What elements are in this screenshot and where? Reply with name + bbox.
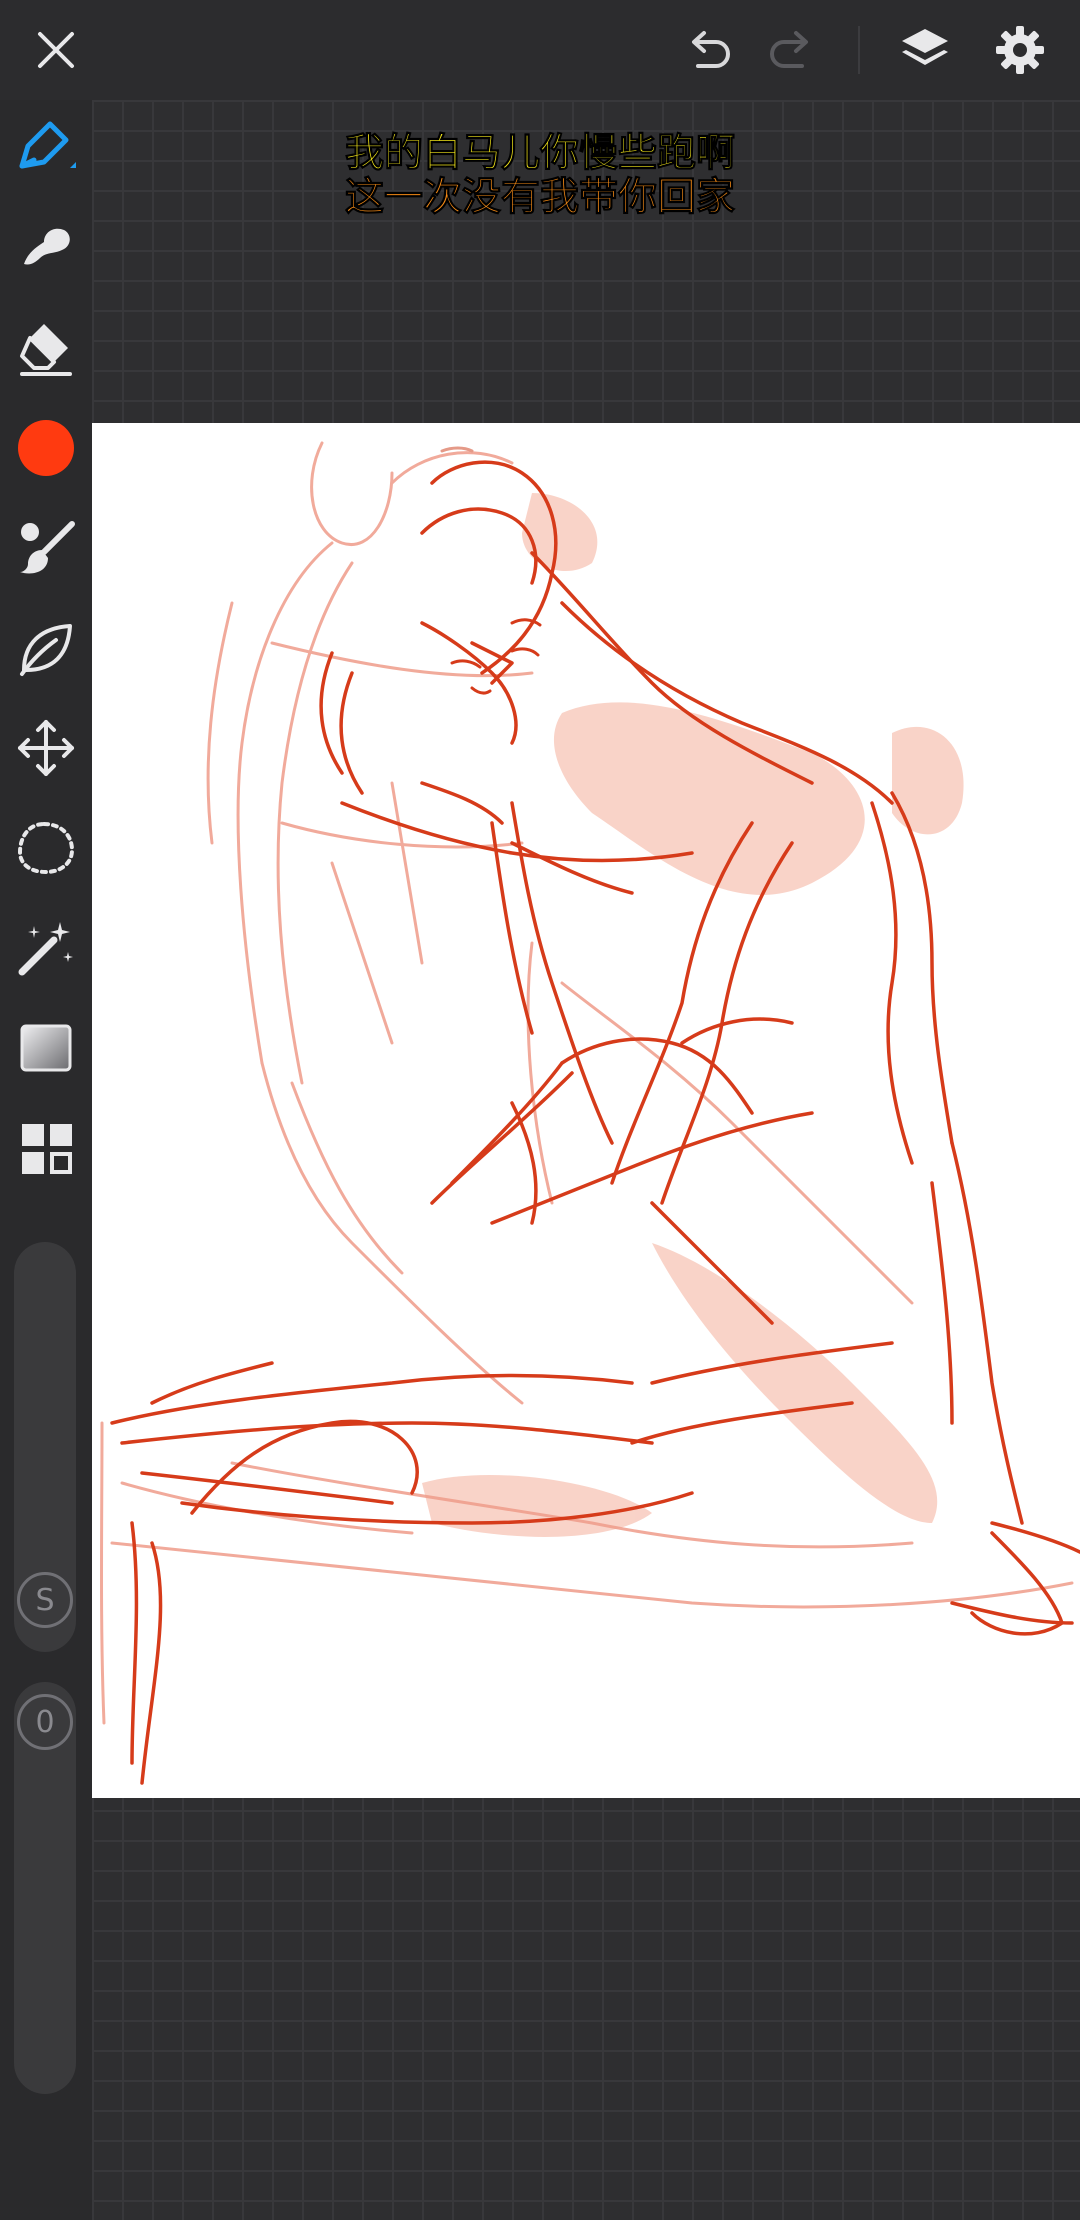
- gradient-icon: [20, 1024, 72, 1072]
- brush-opacity-label: 0: [35, 1704, 55, 1740]
- brush-size-knob[interactable]: S: [17, 1572, 73, 1628]
- brush-opacity-knob[interactable]: 0: [17, 1694, 73, 1750]
- lasso-select-icon: [17, 821, 75, 875]
- smudge-tool-button[interactable]: [14, 216, 78, 280]
- settings-button[interactable]: [990, 20, 1050, 80]
- more-tools-button[interactable]: [14, 1116, 78, 1180]
- drawing-app: S 0 我的白马儿你慢些跑啊 这一次没有我带你回家: [0, 0, 1080, 2220]
- pen-icon: [19, 121, 76, 169]
- layers-icon: [902, 29, 948, 65]
- drawing-canvas[interactable]: [92, 423, 1080, 1798]
- sketch-artwork: [100, 441, 1080, 1785]
- transform-tool-button[interactable]: [14, 716, 78, 780]
- grid-apps-icon: [22, 1124, 72, 1174]
- undo-icon: [692, 31, 730, 68]
- color-swatch: [18, 420, 74, 476]
- magic-wand-icon: [18, 922, 73, 976]
- eraser-icon: [20, 324, 72, 376]
- brush-settings-icon: [20, 521, 75, 574]
- layers-button[interactable]: [895, 20, 955, 80]
- redo-button[interactable]: [762, 20, 822, 80]
- undo-button[interactable]: [678, 20, 738, 80]
- brush-opacity-slider[interactable]: 0: [14, 1682, 76, 2094]
- lyrics-overlay: 我的白马儿你慢些跑啊 这一次没有我带你回家: [300, 131, 780, 220]
- tool-sidebar: S 0: [0, 100, 92, 2220]
- stabilizer-button[interactable]: [14, 616, 78, 680]
- brush-size-label: S: [35, 1582, 55, 1618]
- eraser-tool-button[interactable]: [14, 316, 78, 380]
- transform-icon: [18, 720, 74, 776]
- close-icon: [38, 32, 74, 68]
- lasso-select-button[interactable]: [14, 816, 78, 880]
- stabilizer-leaf-icon: [20, 624, 72, 676]
- magic-wand-button[interactable]: [14, 916, 78, 980]
- color-swatch-button[interactable]: [14, 416, 78, 480]
- pen-tool-button[interactable]: [14, 116, 78, 180]
- smudge-icon: [24, 228, 70, 265]
- gradient-tool-button[interactable]: [14, 1016, 78, 1080]
- topbar-divider: [858, 26, 860, 74]
- settings-icon: [996, 26, 1044, 74]
- close-button[interactable]: [26, 20, 86, 80]
- lyric-line-2: 这一次没有我带你回家: [344, 175, 735, 220]
- brush-settings-button[interactable]: [14, 516, 78, 580]
- brush-size-slider[interactable]: S: [14, 1242, 76, 1652]
- redo-icon: [770, 31, 808, 68]
- lyric-line-1: 我的白马儿你慢些跑啊: [344, 131, 735, 176]
- top-bar: [0, 0, 1080, 100]
